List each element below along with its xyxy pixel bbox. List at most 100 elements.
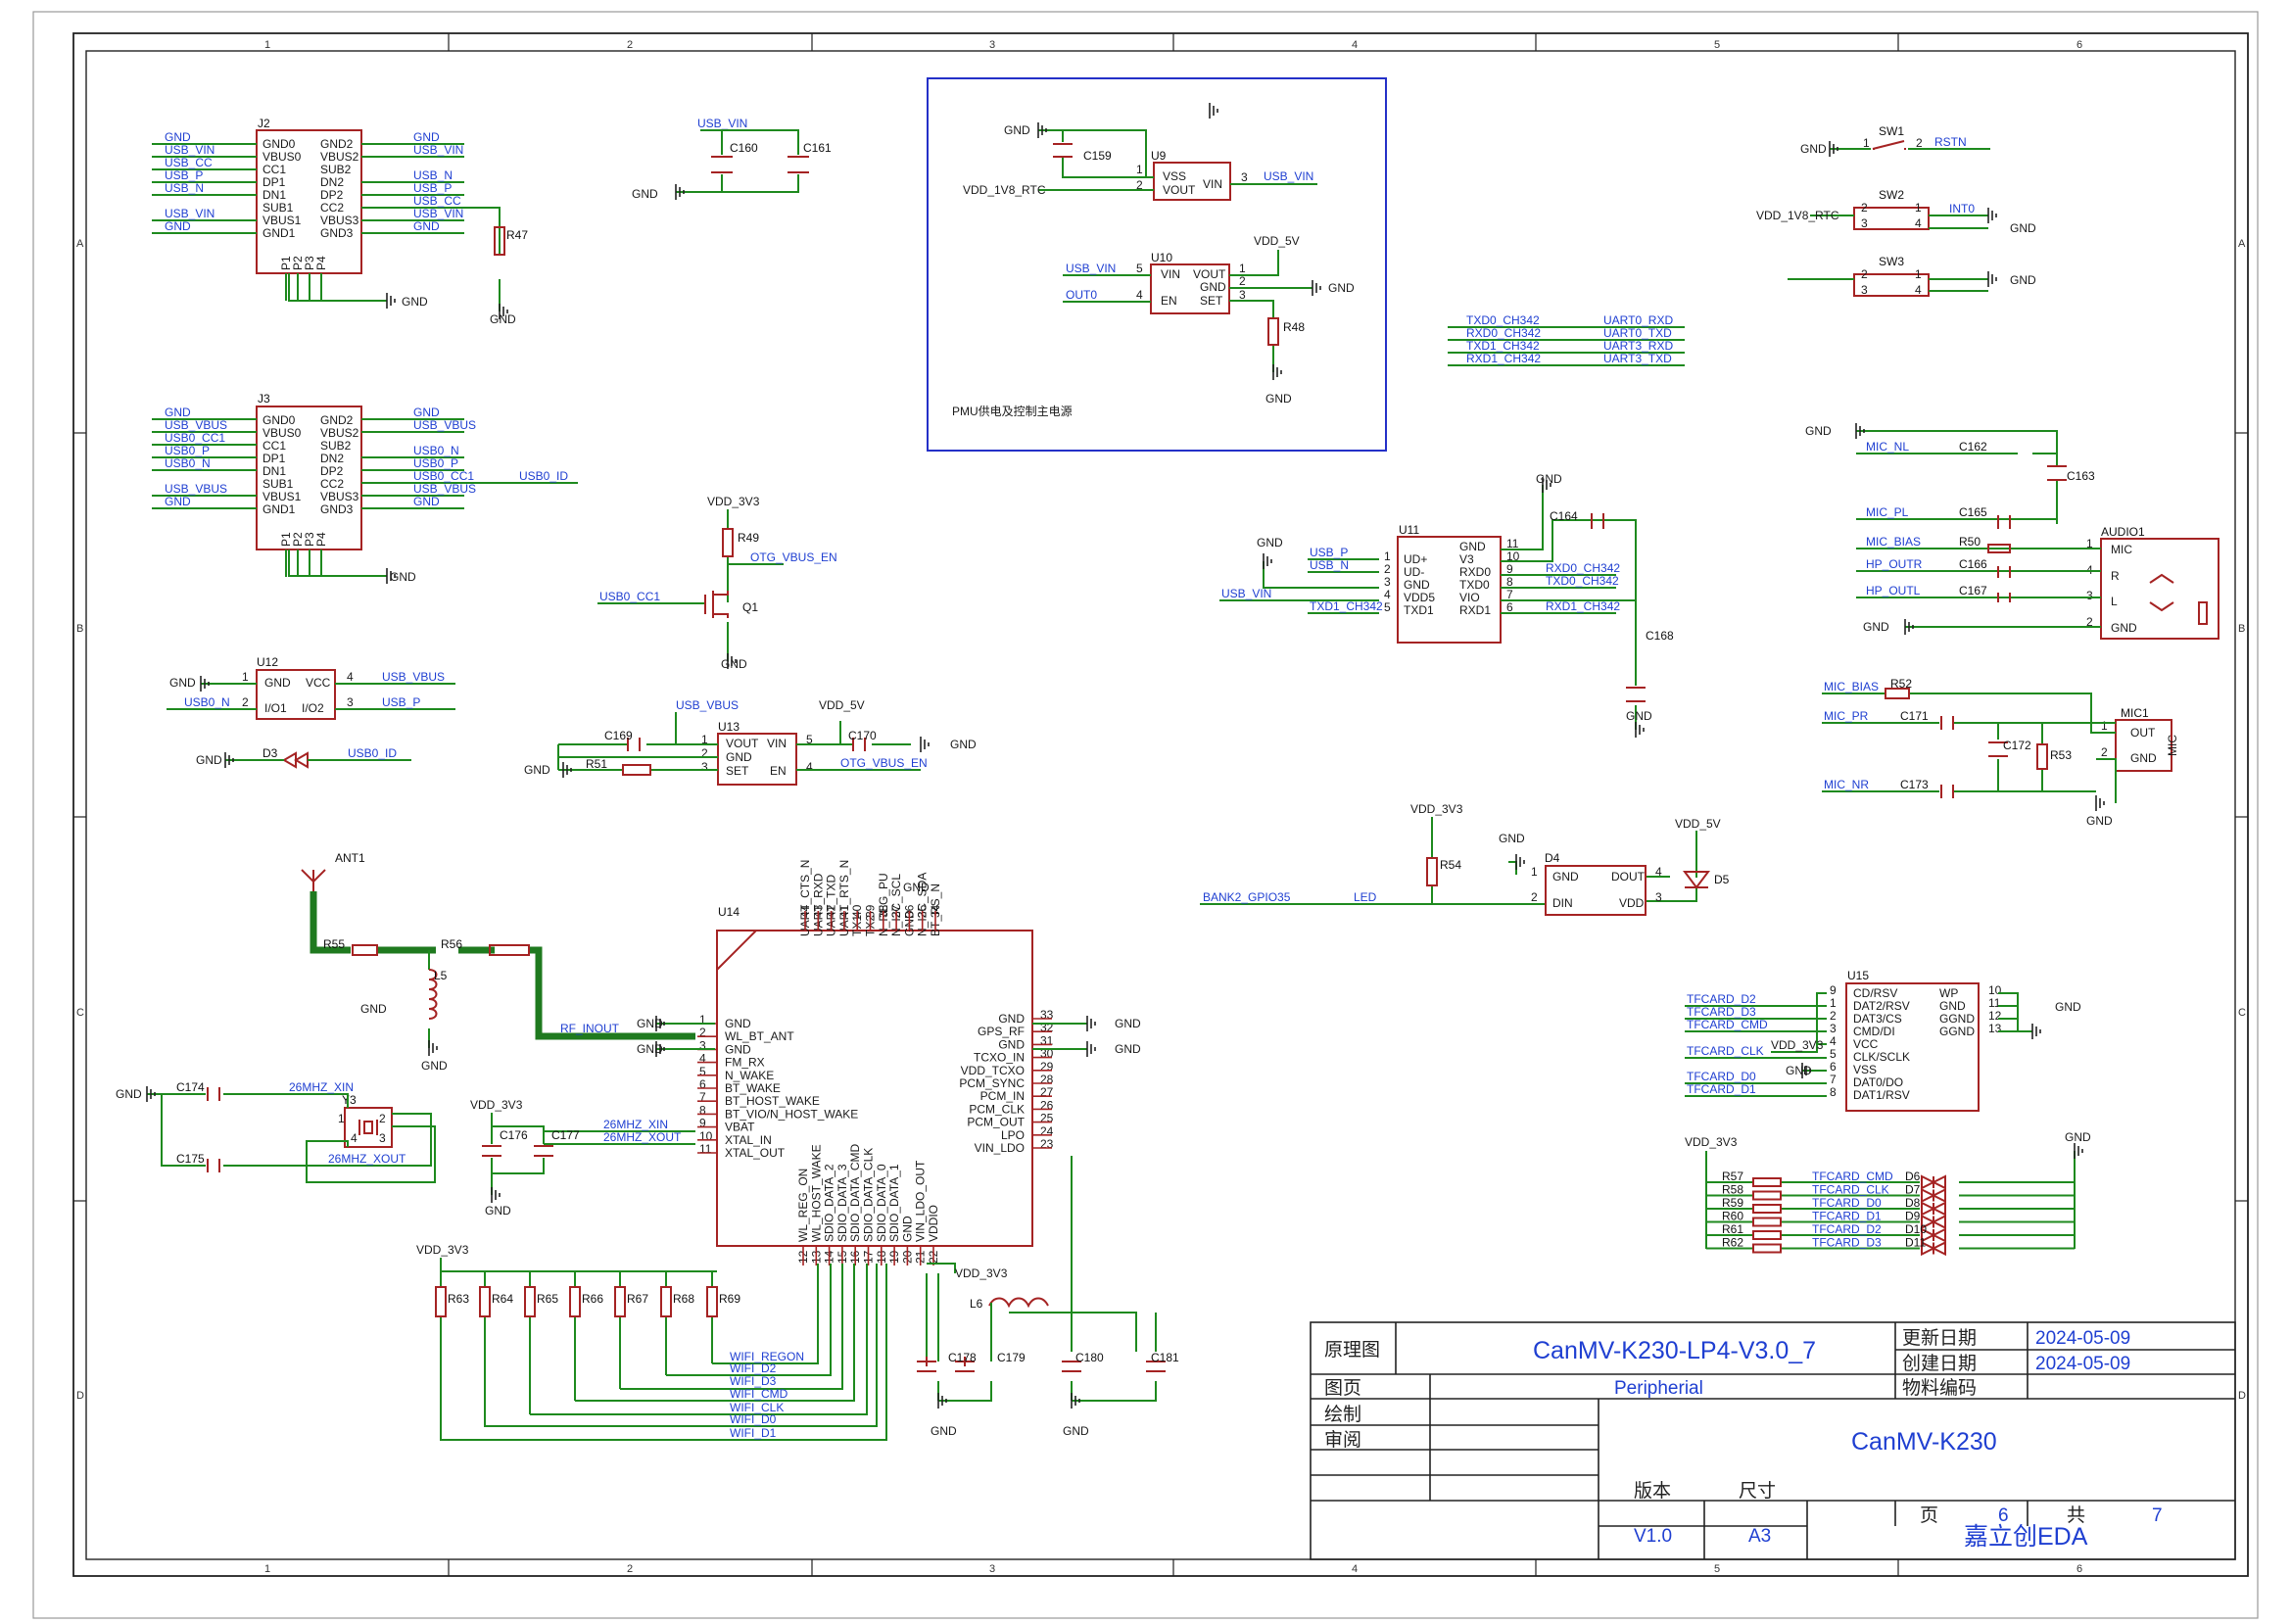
svg-text:UART3_RXD: UART3_RXD <box>1603 339 1673 353</box>
pin-label: GPS_RF <box>978 1025 1025 1038</box>
diode-d3[interactable]: D3 GND USB0_ID <box>196 746 411 769</box>
microphone-mic1[interactable]: MIC1 OUT GND 1 2 MIC MIC_BIAS R52 MIC_PR… <box>1822 677 2179 828</box>
ic-u13[interactable]: U13 VOUT GND SET VIN EN 1 2 3 5 4 USB_VB… <box>524 698 977 786</box>
gnd-symbol <box>2074 1143 2083 1159</box>
svg-text:INT0: INT0 <box>1949 202 1975 215</box>
pin-label: 5 <box>1384 600 1391 614</box>
gnd-symbol <box>1086 1016 1096 1031</box>
pin-label: V3 <box>1459 552 1474 566</box>
svg-text:USB0_CC1: USB0_CC1 <box>165 431 225 445</box>
pin-label: SUB2 <box>320 163 352 176</box>
svg-text:USB_VIN: USB_VIN <box>1264 169 1313 183</box>
svg-text:VDD_3V3: VDD_3V3 <box>1771 1038 1824 1052</box>
svg-text:GND: GND <box>1004 123 1030 137</box>
svg-text:绘制: 绘制 <box>1324 1404 1361 1425</box>
connector-j2[interactable]: J2 GND0VBUS0CC1DP1DN1SUB1VBUS1GND1GND2VB… <box>256 117 362 301</box>
svg-text:C174: C174 <box>176 1080 205 1094</box>
pin-label: R57 <box>1722 1170 1743 1183</box>
svg-text:GND: GND <box>485 1204 511 1218</box>
pin-label: PCM_CLK <box>969 1102 1025 1116</box>
svg-text:GND: GND <box>721 657 747 671</box>
svg-text:MIC_NR: MIC_NR <box>1824 778 1869 791</box>
svg-text:GND: GND <box>1499 832 1525 845</box>
otg-switch-q1[interactable]: VDD_3V3 R49 Q1 OTG_VBUS_EN USB0_CC1 GND <box>597 495 837 671</box>
pin-label: GND0 <box>263 137 296 151</box>
svg-text:USB0_CC1: USB0_CC1 <box>599 590 660 603</box>
svg-text:USB_VBUS: USB_VBUS <box>165 482 227 496</box>
pin-label: GND <box>725 1017 751 1030</box>
svg-text:R67: R67 <box>627 1292 648 1306</box>
svg-text:R68: R68 <box>673 1292 694 1306</box>
pin-label: TFCARD_D1 <box>1812 1210 1882 1223</box>
pin-label: VBAT <box>725 1121 755 1134</box>
svg-text:C175: C175 <box>176 1152 205 1166</box>
pin-label: 1 <box>1830 996 1837 1010</box>
col-label: 4 <box>1352 39 1358 51</box>
svg-text:GND: GND <box>1115 1042 1141 1056</box>
svg-text:GND: GND <box>2055 1000 2081 1014</box>
svg-text:SW3: SW3 <box>1879 255 1904 268</box>
crystal-y3[interactable]: Y3 1 2 3 4 GND C174 C175 26MHZ_XIN 26MHZ… <box>116 1080 436 1183</box>
schematic-sheet: 1 2 3 4 5 6 1 2 3 4 5 6 A B C D A B C D … <box>0 0 2291 1619</box>
switch-sw3[interactable]: SW3 2 1 3 4 GND <box>1788 255 2036 297</box>
ic-u11[interactable]: U11 UD+1UD-2GND3VDD54TXD15GND 11V3 10RXD0 9… <box>1219 472 1674 730</box>
svg-text:GND: GND <box>165 406 191 419</box>
svg-text:USB_VIN: USB_VIN <box>165 207 215 220</box>
svg-text:C163: C163 <box>2067 469 2095 483</box>
svg-text:USB_P: USB_P <box>382 695 420 709</box>
pin-label: RXD1 <box>1459 603 1491 617</box>
pin-label: D10 <box>1905 1222 1927 1236</box>
tfcard-u15[interactable]: U15 CD/RSV 9 DAT2/RSV 1 DAT3/CS 2 CMD/DI 3 VCC 4 C… <box>1685 969 2081 1112</box>
svg-text:Q1: Q1 <box>742 600 758 614</box>
svg-text:USB_P: USB_P <box>413 181 452 195</box>
col-label: 3 <box>989 1563 995 1575</box>
pin-label: D6 <box>1905 1170 1921 1183</box>
svg-text:R: R <box>2111 569 2120 583</box>
svg-text:UART0_RXD: UART0_RXD <box>1603 313 1673 327</box>
svg-text:TFCARD_D1: TFCARD_D1 <box>1687 1082 1756 1096</box>
svg-text:26MHZ_XOUT: 26MHZ_XOUT <box>603 1130 682 1144</box>
ic-u12[interactable]: U12 GND VCC I/O1 I/O2 1 4 2 3 GND USB0_N… <box>167 655 455 720</box>
svg-text:L6: L6 <box>970 1297 983 1311</box>
pin-label: VBUS3 <box>320 214 359 227</box>
pin-label: GND2 <box>320 413 354 427</box>
svg-text:1: 1 <box>1239 262 1246 275</box>
svg-text:USB_P: USB_P <box>165 168 203 182</box>
ic-u14[interactable]: U14 GND1WL_BT_ANT2GND3FM_RX4N_WAKE5BT_WA… <box>637 860 1179 1438</box>
svg-text:R55: R55 <box>323 937 345 951</box>
pin-label: 2 <box>699 1026 706 1039</box>
svg-text:2: 2 <box>1916 136 1923 150</box>
svg-text:GND: GND <box>1863 620 1889 634</box>
svg-text:UART3_TXD: UART3_TXD <box>1603 352 1672 365</box>
drawing-frame: 1 2 3 4 5 6 1 2 3 4 5 6 A B C D A B C D <box>32 11 2259 1619</box>
pin-label: DAT2/RSV <box>1853 999 1910 1013</box>
svg-text:TFCARD_D3: TFCARD_D3 <box>1687 1005 1756 1019</box>
pin-label: RXD0 <box>1459 565 1491 579</box>
led-d4[interactable]: VDD_3V3 R54 D4 GND DIN DOUT VDD 1 2 4 3 … <box>1200 802 1730 916</box>
switch-sw2[interactable]: SW2 2 1 3 4 VDD_1V8_RTC INT0 GND <box>1756 188 2036 235</box>
svg-text:7: 7 <box>2152 1505 2163 1526</box>
svg-text:USB_VIN: USB_VIN <box>1221 587 1271 600</box>
audio-jack-audio1[interactable]: AUDIO1 MIC R L GND 1 4 3 2 GND MIC_NL C1… <box>1805 424 2219 640</box>
svg-text:创建日期: 创建日期 <box>1902 1353 1977 1374</box>
pin-label: BT_WAKE <box>725 1081 781 1095</box>
svg-text:CanMV-K230-LP4-V3.0_7: CanMV-K230-LP4-V3.0_7 <box>1533 1337 1816 1364</box>
pin-label: 8 <box>699 1103 706 1117</box>
svg-text:C160: C160 <box>730 141 758 155</box>
pin-label: D9 <box>1905 1210 1921 1223</box>
svg-text:U11: U11 <box>1399 523 1419 537</box>
svg-text:USB_VIN: USB_VIN <box>1066 262 1116 275</box>
pin-label: CC2 <box>320 201 344 215</box>
svg-text:VOUT: VOUT <box>1193 267 1226 281</box>
pin-label: CC1 <box>263 439 286 453</box>
pin-label: 10 <box>1988 983 2002 997</box>
svg-text:EN: EN <box>1161 294 1177 308</box>
svg-text:GND: GND <box>903 881 930 894</box>
svg-text:GND: GND <box>264 676 291 690</box>
pin-label: TFCARD_CLK <box>1812 1183 1889 1197</box>
switch-sw1[interactable]: SW1 1 2 GND RSTN <box>1800 124 1990 156</box>
connector-j3[interactable]: J3 GND0VBUS0CC1DP1DN1SUB1VBUS1GND1GND2VB… <box>256 392 362 577</box>
pin-label: VDD_TCXO <box>961 1064 1025 1077</box>
svg-text:MIC1: MIC1 <box>2121 706 2149 720</box>
svg-text:1: 1 <box>1136 163 1143 176</box>
